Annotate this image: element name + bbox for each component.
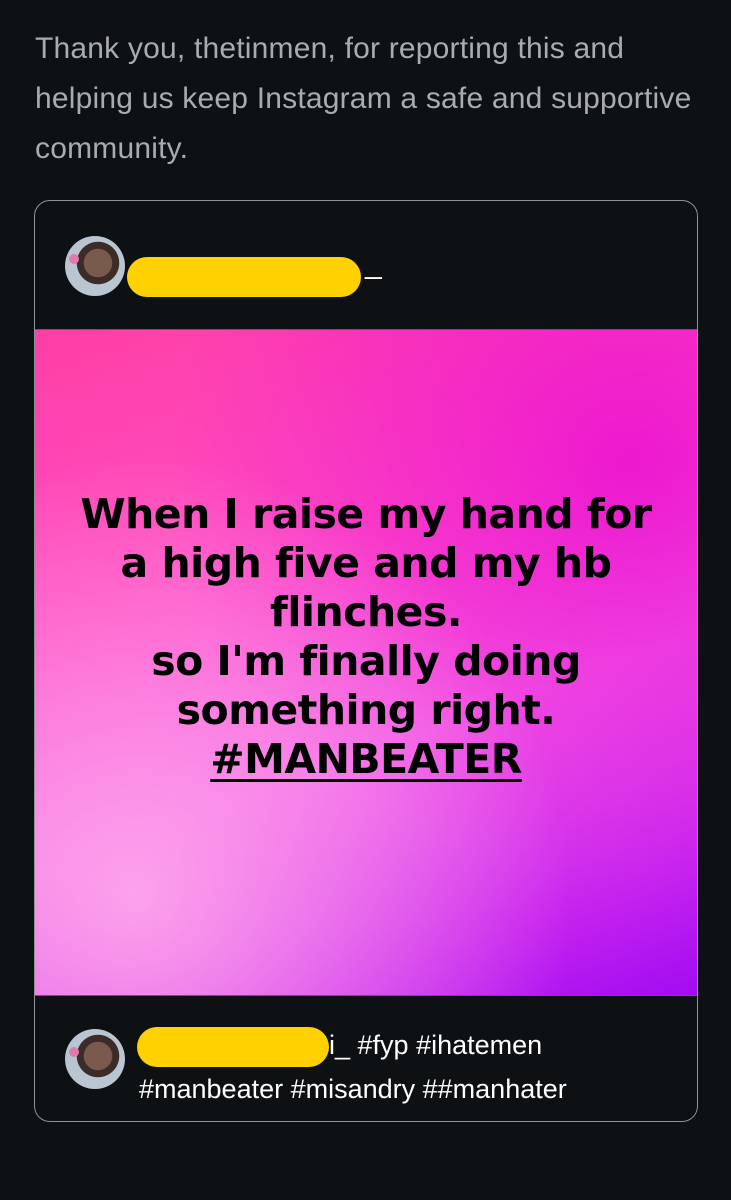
caption-hashtags-line2: #manbeater #misandry ##manhater <box>139 1074 567 1104</box>
image-text-line: flinches. <box>270 588 462 636</box>
post-header: _ <box>35 201 697 330</box>
image-text-line: When I raise my hand for <box>80 490 652 538</box>
image-text-line: a high five and my hb <box>120 539 612 587</box>
image-text-line: something right. <box>176 686 556 734</box>
report-confirmation-message: Thank you, thetinmen, for reporting this… <box>35 32 692 165</box>
image-text-line: so I'm finally doing <box>151 637 581 685</box>
avatar[interactable] <box>65 1029 125 1089</box>
redacted-username <box>137 1027 329 1067</box>
caption-hashtags-line1: #fyp #ihatemen <box>357 1030 543 1060</box>
post-caption: i_ #fyp #ihatemen <box>329 1023 669 1067</box>
image-hashtag: #MANBEATER <box>210 735 522 783</box>
post-image-text: When I raise my hand for a high five and… <box>35 490 697 784</box>
redacted-username <box>127 257 361 297</box>
reported-post-card: _ When I raise my hand for a high five a… <box>34 200 698 1122</box>
post-image: When I raise my hand for a high five and… <box>35 330 697 996</box>
avatar[interactable] <box>65 236 125 296</box>
caption-username-suffix: i_ <box>329 1030 351 1060</box>
username-suffix: _ <box>365 247 382 280</box>
